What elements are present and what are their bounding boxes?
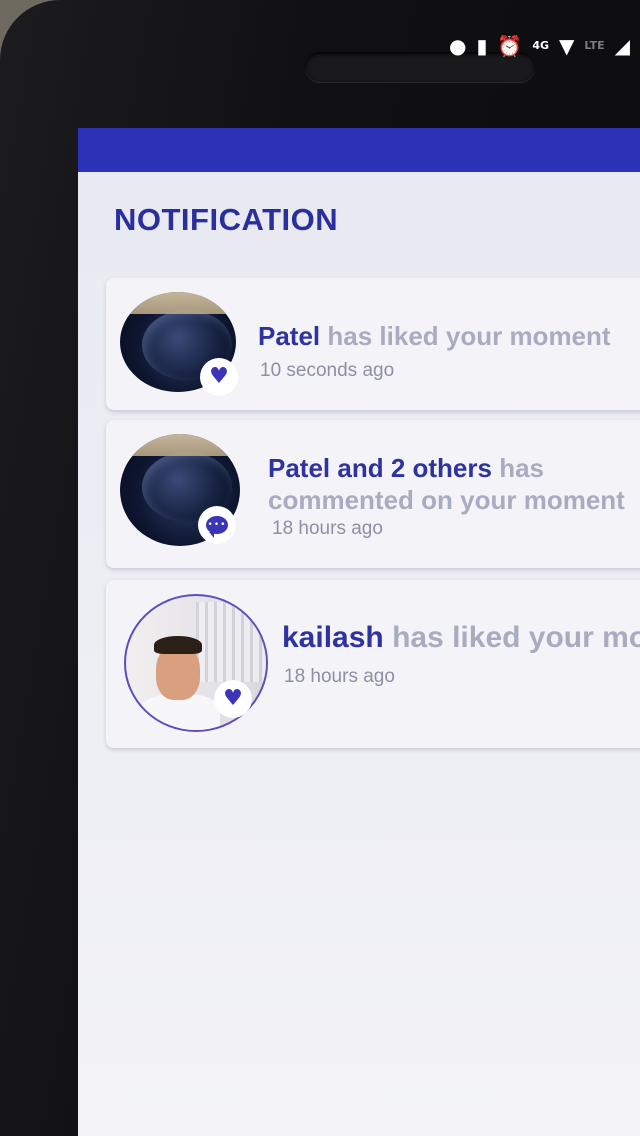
notification-actor[interactable]: kailash: [282, 621, 384, 654]
alarm-icon: ⏰: [497, 34, 523, 58]
notification-actor[interactable]: Patel: [258, 321, 320, 351]
notification-item[interactable]: ♥ kailash has liked your moment 18 hours…: [106, 580, 640, 748]
status-bar: [78, 128, 640, 172]
call-4g-icon: 4G: [532, 39, 549, 52]
status-icons: ● ▮ ⏰ 4G ▼ LTE ◢: [449, 34, 630, 58]
notification-action: has liked your moment: [392, 621, 640, 654]
notification-item[interactable]: ••• Patel and 2 others has commented on …: [106, 420, 640, 568]
page-title: NOTIFICATION: [114, 202, 339, 237]
comment-icon: •••: [198, 506, 236, 544]
vibrate-icon: ▮: [476, 34, 488, 58]
notification-text: kailash has liked your moment: [282, 622, 640, 654]
heart-icon: ♥: [200, 358, 238, 396]
notification-item[interactable]: ♥ Patel has liked your moment 10 seconds…: [106, 278, 640, 410]
app-screen: NOTIFICATION ♥ Patel has liked your mome…: [78, 128, 640, 1136]
notification-text: Patel has liked your moment: [258, 320, 611, 352]
notification-time: 18 hours ago: [272, 518, 383, 539]
heart-icon: ♥: [214, 680, 252, 718]
signal-icon: ◢: [614, 34, 630, 58]
location-icon: ●: [448, 34, 467, 58]
lte-label: LTE: [584, 39, 605, 52]
wifi-icon: ▼: [559, 34, 575, 58]
notification-text: Patel and 2 others has commented on your…: [268, 452, 640, 516]
notification-actor[interactable]: Patel and 2 others: [268, 453, 492, 483]
notification-time: 10 seconds ago: [260, 360, 395, 381]
notification-action: has liked your moment: [320, 321, 611, 351]
notification-time: 18 hours ago: [284, 666, 395, 687]
